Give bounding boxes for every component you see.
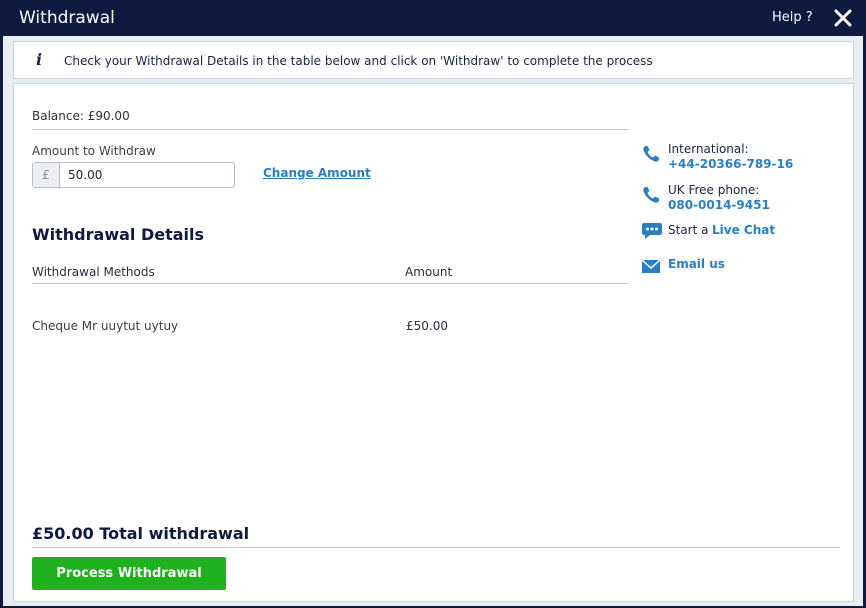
international-number-link[interactable]: +44-20366-789-16 <box>668 157 793 171</box>
amount-field: £ <box>32 162 235 188</box>
withdrawal-details-title: Withdrawal Details <box>32 225 205 244</box>
window-titlebar: Withdrawal Help ? <box>0 0 866 36</box>
uk-phone-label: UK Free phone: <box>668 183 760 197</box>
international-label: International: <box>668 142 749 156</box>
column-header-amount: Amount <box>405 265 453 279</box>
withdrawal-content: Balance: £90.00 Amount to Withdraw £ Cha… <box>13 83 854 602</box>
window-title: Withdrawal <box>19 8 115 28</box>
divider <box>32 547 840 548</box>
table-row-amount: £50.00 <box>406 319 448 333</box>
info-icon: i <box>36 50 43 69</box>
phone-icon <box>643 146 659 162</box>
balance-text: Balance: £90.00 <box>32 109 130 123</box>
help-link[interactable]: Help ? <box>772 10 813 25</box>
divider <box>32 283 629 284</box>
table-row-method: Cheque Mr uuytut uytuy <box>32 319 179 333</box>
chat-icon <box>642 223 662 239</box>
process-withdrawal-button[interactable]: Process Withdrawal <box>32 557 226 590</box>
uk-phone-number-link[interactable]: 080-0014-9451 <box>668 198 770 212</box>
divider <box>32 129 629 130</box>
phone-icon <box>643 187 659 203</box>
column-header-methods: Withdrawal Methods <box>32 265 155 279</box>
dialog-panel: i Check your Withdrawal Details in the t… <box>3 36 863 606</box>
live-chat-prefix: Start a <box>668 223 709 237</box>
email-us-link[interactable]: Email us <box>668 257 725 271</box>
amount-label: Amount to Withdraw <box>32 144 156 158</box>
info-text: Check your Withdrawal Details in the tab… <box>64 54 653 68</box>
info-banner: i Check your Withdrawal Details in the t… <box>13 41 854 79</box>
email-icon <box>641 259 661 273</box>
total-withdrawal: £50.00 Total withdrawal <box>32 524 250 543</box>
currency-prefix: £ <box>33 163 60 187</box>
live-chat-link[interactable]: Live Chat <box>712 223 775 237</box>
amount-input[interactable] <box>61 163 233 187</box>
change-amount-link[interactable]: Change Amount <box>263 166 371 180</box>
close-icon[interactable] <box>834 9 852 27</box>
